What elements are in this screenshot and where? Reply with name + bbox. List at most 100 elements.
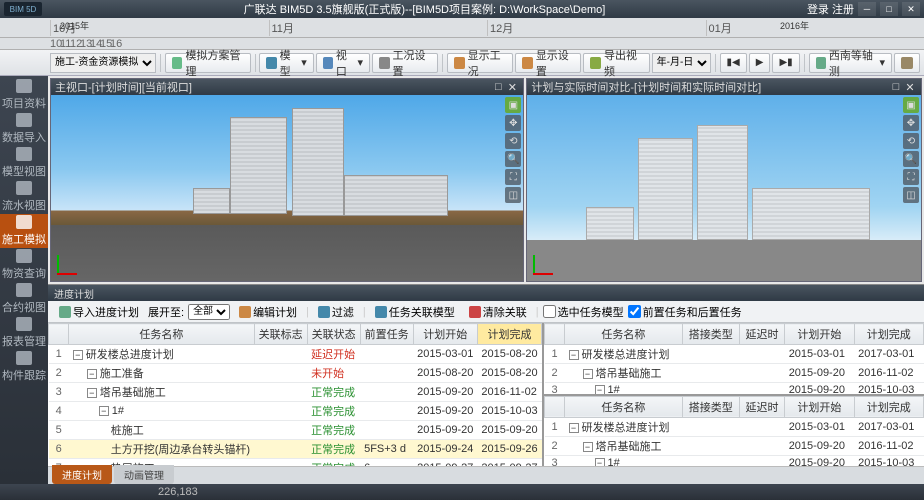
assoc-model-button[interactable]: 任务关联模型 xyxy=(370,303,460,321)
3d-scene-compare[interactable]: ▣ ✥ ⟲ 🔍 ⛶ ◫ xyxy=(527,95,921,281)
tree-toggle[interactable]: − xyxy=(595,385,605,394)
section-tool[interactable]: ◫ xyxy=(505,187,521,203)
timeline-day[interactable]: 13 xyxy=(80,38,89,50)
column-header[interactable]: 任务名称 xyxy=(69,324,254,345)
export-video-button[interactable]: 导出视频 xyxy=(583,53,649,73)
viewport-close-button[interactable]: ✕ xyxy=(505,81,519,94)
timeline-days[interactable]: 10111213141516 xyxy=(0,38,924,50)
schedule-grid[interactable]: 任务名称关联标志关联状态前置任务计划开始计划完成预计开始预计完成实际1−研发楼总… xyxy=(48,323,544,466)
axis-view-button[interactable]: 西南等轴测▾ xyxy=(809,53,892,73)
selected-task-checkbox[interactable]: 选中任务模型 xyxy=(543,304,624,320)
expand-dropdown[interactable]: 全部 xyxy=(188,304,230,320)
table-row[interactable]: 3−1#2015-09-202015-10-03 xyxy=(545,383,924,394)
column-header[interactable]: 任务名称 xyxy=(565,396,683,417)
table-row[interactable]: 1−研发楼总进度计划2015-03-012017-03-01 xyxy=(545,417,924,436)
tree-toggle[interactable]: − xyxy=(99,406,109,416)
timeline-month[interactable]: 01月 xyxy=(706,20,924,36)
tree-toggle[interactable]: − xyxy=(87,388,97,398)
orbit-tool[interactable]: ⟲ xyxy=(903,133,919,149)
fit-tool[interactable]: ⛶ xyxy=(903,169,919,185)
show-settings-button[interactable]: 显示设置 xyxy=(515,53,581,73)
column-header[interactable]: 延迟时 xyxy=(739,396,784,417)
viewport-max-button[interactable]: □ xyxy=(889,81,903,93)
tree-toggle[interactable]: − xyxy=(73,350,83,360)
sidebar-item[interactable]: 模型视图 xyxy=(0,146,48,180)
tree-toggle[interactable]: − xyxy=(583,442,593,452)
maximize-button[interactable]: □ xyxy=(880,2,898,16)
column-header[interactable]: 计划完成 xyxy=(854,396,923,417)
close-button[interactable]: ✕ xyxy=(902,2,920,16)
sidebar-item[interactable]: 合约视图 xyxy=(0,282,48,316)
select-tool[interactable]: ▣ xyxy=(903,97,919,113)
column-header[interactable] xyxy=(49,324,69,345)
column-header[interactable] xyxy=(545,324,565,345)
column-header[interactable]: 计划完成 xyxy=(477,324,541,345)
table-row[interactable]: 1−研发楼总进度计划延迟开始2015-03-012015-08-202017-0… xyxy=(49,345,545,364)
tree-toggle[interactable]: − xyxy=(595,458,605,467)
table-row[interactable]: 3−1#2015-09-202015-10-03 xyxy=(545,455,924,466)
table-row[interactable]: 6土方开挖(周边承台转头锚杆)正常完成5FS+3 d2015-09-242015… xyxy=(49,440,545,459)
timeline-day[interactable]: 11 xyxy=(60,38,69,50)
show-condition-button[interactable]: 显示工况 xyxy=(447,53,513,73)
layers-button[interactable] xyxy=(894,53,920,73)
timeline-month[interactable]: 12月 xyxy=(487,20,706,36)
sidebar-item[interactable]: 流水视图 xyxy=(0,180,48,214)
zoom-tool[interactable]: 🔍 xyxy=(903,151,919,167)
minimize-button[interactable]: ─ xyxy=(858,2,876,16)
section-tool[interactable]: ◫ xyxy=(903,187,919,203)
table-row[interactable]: 2−施工准备未开始2015-08-202015-08-202015-09-202… xyxy=(49,364,545,383)
pan-tool[interactable]: ✥ xyxy=(903,115,919,131)
viewport-close-button[interactable]: ✕ xyxy=(903,81,917,94)
tree-toggle[interactable]: − xyxy=(569,350,579,360)
import-schedule-button[interactable]: 导入进度计划 xyxy=(54,303,144,321)
timeline-day[interactable]: 10 xyxy=(50,38,59,50)
viewport-max-button[interactable]: □ xyxy=(491,81,505,93)
date-format-dropdown[interactable]: 年-月-日 xyxy=(652,53,711,73)
timeline-header[interactable]: 2015年 2016年 10月11月12月01月 xyxy=(0,18,924,38)
viewport-button[interactable]: 视口▾ xyxy=(316,53,370,73)
sidebar-item[interactable]: 项目资料 xyxy=(0,78,48,112)
sidebar-item[interactable]: 施工模拟 xyxy=(0,214,48,248)
sidebar-item[interactable]: 数据导入 xyxy=(0,112,48,146)
clear-assoc-button[interactable]: 清除关联 xyxy=(464,303,532,321)
column-header[interactable] xyxy=(545,396,565,417)
axis-gizmo[interactable] xyxy=(533,247,561,275)
sidebar-item[interactable]: 物资查询 xyxy=(0,248,48,282)
pan-tool[interactable]: ✥ xyxy=(505,115,521,131)
column-header[interactable]: 关联状态 xyxy=(307,324,360,345)
table-row[interactable]: 2−塔吊基础施工2015-09-202016-11-02 xyxy=(545,436,924,455)
user-login[interactable]: 登录 注册 xyxy=(807,1,854,17)
model-button[interactable]: 模型▾ xyxy=(259,53,313,73)
pre-post-task-checkbox[interactable]: 前置任务和后置任务 xyxy=(628,304,742,320)
column-header[interactable]: 延迟时 xyxy=(739,324,784,345)
play-prev-button[interactable]: ▮◀ xyxy=(720,53,747,73)
tab-schedule[interactable]: 进度计划 xyxy=(52,465,112,484)
column-header[interactable]: 搭接类型 xyxy=(682,324,739,345)
axis-gizmo[interactable] xyxy=(57,247,85,275)
zoom-tool[interactable]: 🔍 xyxy=(505,151,521,167)
table-row[interactable]: 5桩施工正常完成2015-09-202015-09-202015-09-2020… xyxy=(49,421,545,440)
sidebar-item[interactable]: 构件跟踪 xyxy=(0,350,48,384)
column-header[interactable]: 关联标志 xyxy=(254,324,307,345)
column-header[interactable]: 计划开始 xyxy=(785,396,854,417)
table-row[interactable]: 1−研发楼总进度计划2015-03-012017-03-01 xyxy=(545,345,924,364)
filter-button[interactable]: 过滤 xyxy=(313,303,359,321)
tab-animation[interactable]: 动画管理 xyxy=(114,465,174,484)
table-row[interactable]: 4−1#正常完成2015-09-202015-10-032015-09-2020… xyxy=(49,402,545,421)
edit-plan-button[interactable]: 编辑计划 xyxy=(234,303,302,321)
condition-button[interactable]: 工况设置 xyxy=(372,53,438,73)
table-row[interactable]: 2−塔吊基础施工2015-09-202016-11-02 xyxy=(545,364,924,383)
timeline-day[interactable]: 15 xyxy=(100,38,109,50)
column-header[interactable]: 任务名称 xyxy=(565,324,683,345)
column-header[interactable]: 计划完成 xyxy=(854,324,923,345)
tree-toggle[interactable]: − xyxy=(87,369,97,379)
timeline-day[interactable]: 14 xyxy=(90,38,99,50)
column-header[interactable]: 前置任务 xyxy=(360,324,413,345)
timeline-day[interactable]: 12 xyxy=(70,38,79,50)
timeline-day[interactable]: 16 xyxy=(110,38,119,50)
select-tool[interactable]: ▣ xyxy=(505,97,521,113)
table-row[interactable]: 3−塔吊基础施工正常完成2015-09-202016-11-022015-09-… xyxy=(49,383,545,402)
column-header[interactable]: 计划开始 xyxy=(413,324,477,345)
tree-toggle[interactable]: − xyxy=(569,423,579,433)
play-next-button[interactable]: ▶▮ xyxy=(772,53,799,73)
